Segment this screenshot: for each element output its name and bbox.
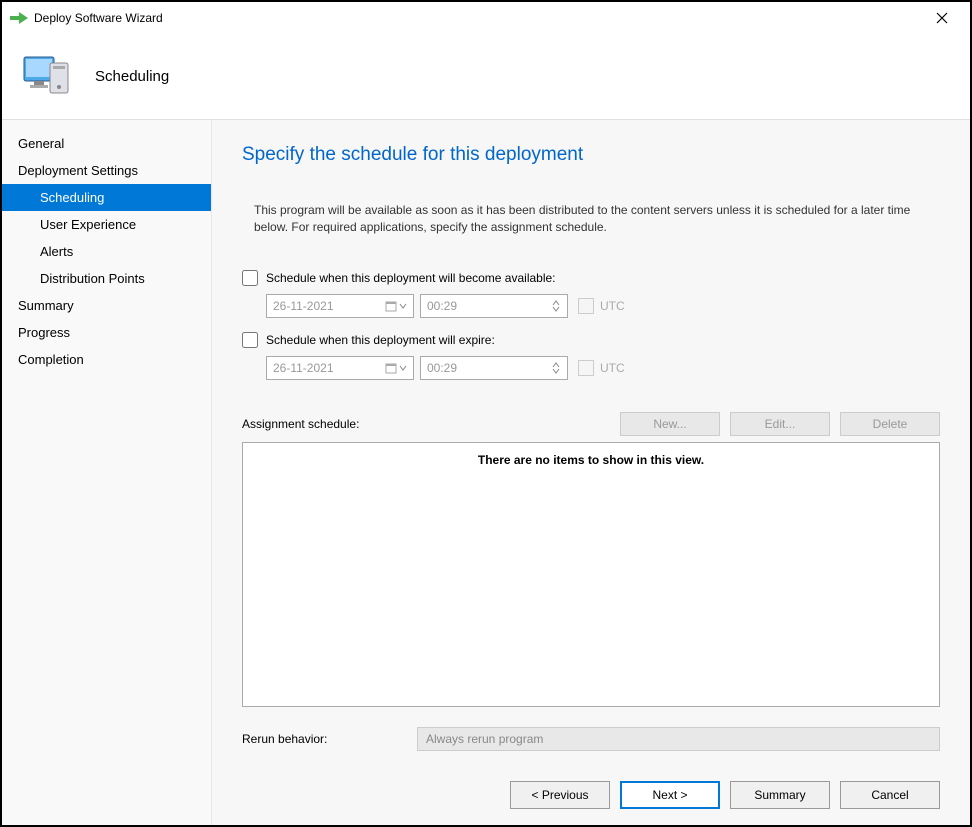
spinner-icon bbox=[551, 362, 561, 374]
sidebar-item-deployment-settings[interactable]: Deployment Settings bbox=[2, 157, 211, 184]
available-utc-checkbox bbox=[578, 298, 594, 314]
sidebar-item-distribution-points[interactable]: Distribution Points bbox=[2, 265, 211, 292]
available-date-input[interactable]: 26-11-2021 bbox=[266, 294, 414, 318]
assignment-row: Assignment schedule: New... Edit... Dele… bbox=[242, 412, 940, 436]
window-title: Deploy Software Wizard bbox=[34, 11, 922, 25]
empty-list-text: There are no items to show in this view. bbox=[478, 453, 704, 706]
rerun-label: Rerun behavior: bbox=[242, 732, 417, 746]
monitor-icon bbox=[20, 49, 75, 104]
sidebar-item-general[interactable]: General bbox=[2, 130, 211, 157]
delete-button: Delete bbox=[840, 412, 940, 436]
available-utc-label: UTC bbox=[600, 299, 625, 313]
wizard-header: Scheduling bbox=[2, 34, 970, 120]
available-time-value: 00:29 bbox=[427, 299, 457, 313]
summary-button[interactable]: Summary bbox=[730, 781, 830, 809]
expire-checkbox-row: Schedule when this deployment will expir… bbox=[242, 332, 940, 348]
expire-datetime-row: 26-11-2021 00:29 UTC bbox=[266, 356, 940, 380]
available-checkbox[interactable] bbox=[242, 270, 258, 286]
calendar-icon bbox=[385, 300, 407, 312]
page-title: Scheduling bbox=[95, 68, 169, 85]
rerun-select[interactable]: Always rerun program bbox=[417, 727, 940, 751]
sidebar-item-progress[interactable]: Progress bbox=[2, 319, 211, 346]
deploy-arrow-icon bbox=[10, 11, 28, 25]
available-checkbox-row: Schedule when this deployment will becom… bbox=[242, 270, 940, 286]
expire-utc-label: UTC bbox=[600, 361, 625, 375]
sidebar-item-completion[interactable]: Completion bbox=[2, 346, 211, 373]
main-heading: Specify the schedule for this deployment bbox=[242, 144, 940, 166]
titlebar: Deploy Software Wizard bbox=[2, 2, 970, 34]
expire-utc-checkbox bbox=[578, 360, 594, 376]
chevron-down-icon bbox=[399, 364, 407, 372]
available-checkbox-label: Schedule when this deployment will becom… bbox=[266, 271, 556, 285]
available-time-input[interactable]: 00:29 bbox=[420, 294, 568, 318]
available-datetime-row: 26-11-2021 00:29 UTC bbox=[266, 294, 940, 318]
expire-date-value: 26-11-2021 bbox=[273, 361, 334, 375]
chevron-down-icon bbox=[399, 302, 407, 310]
main-content: Specify the schedule for this deployment… bbox=[212, 120, 970, 825]
expire-checkbox[interactable] bbox=[242, 332, 258, 348]
sidebar: General Deployment Settings Scheduling U… bbox=[2, 120, 212, 825]
calendar-icon bbox=[385, 362, 407, 374]
rerun-row: Rerun behavior: Always rerun program bbox=[242, 727, 940, 751]
expire-date-input[interactable]: 26-11-2021 bbox=[266, 356, 414, 380]
expire-time-value: 00:29 bbox=[427, 361, 457, 375]
new-button: New... bbox=[620, 412, 720, 436]
close-button[interactable] bbox=[922, 4, 962, 32]
assignment-list[interactable]: There are no items to show in this view. bbox=[242, 442, 940, 707]
footer-buttons: < Previous Next > Summary Cancel bbox=[242, 781, 940, 809]
sidebar-item-user-experience[interactable]: User Experience bbox=[2, 211, 211, 238]
assignment-label: Assignment schedule: bbox=[242, 417, 610, 431]
description-text: This program will be available as soon a… bbox=[242, 202, 940, 236]
cancel-button[interactable]: Cancel bbox=[840, 781, 940, 809]
rerun-value: Always rerun program bbox=[426, 732, 543, 746]
sidebar-item-summary[interactable]: Summary bbox=[2, 292, 211, 319]
next-button[interactable]: Next > bbox=[620, 781, 720, 809]
sidebar-item-scheduling[interactable]: Scheduling bbox=[2, 184, 211, 211]
expire-checkbox-label: Schedule when this deployment will expir… bbox=[266, 333, 495, 347]
edit-button: Edit... bbox=[730, 412, 830, 436]
wizard-body: General Deployment Settings Scheduling U… bbox=[2, 120, 970, 825]
close-icon bbox=[936, 12, 948, 24]
spinner-icon bbox=[551, 300, 561, 312]
sidebar-item-alerts[interactable]: Alerts bbox=[2, 238, 211, 265]
previous-button[interactable]: < Previous bbox=[510, 781, 610, 809]
expire-time-input[interactable]: 00:29 bbox=[420, 356, 568, 380]
available-date-value: 26-11-2021 bbox=[273, 299, 334, 313]
